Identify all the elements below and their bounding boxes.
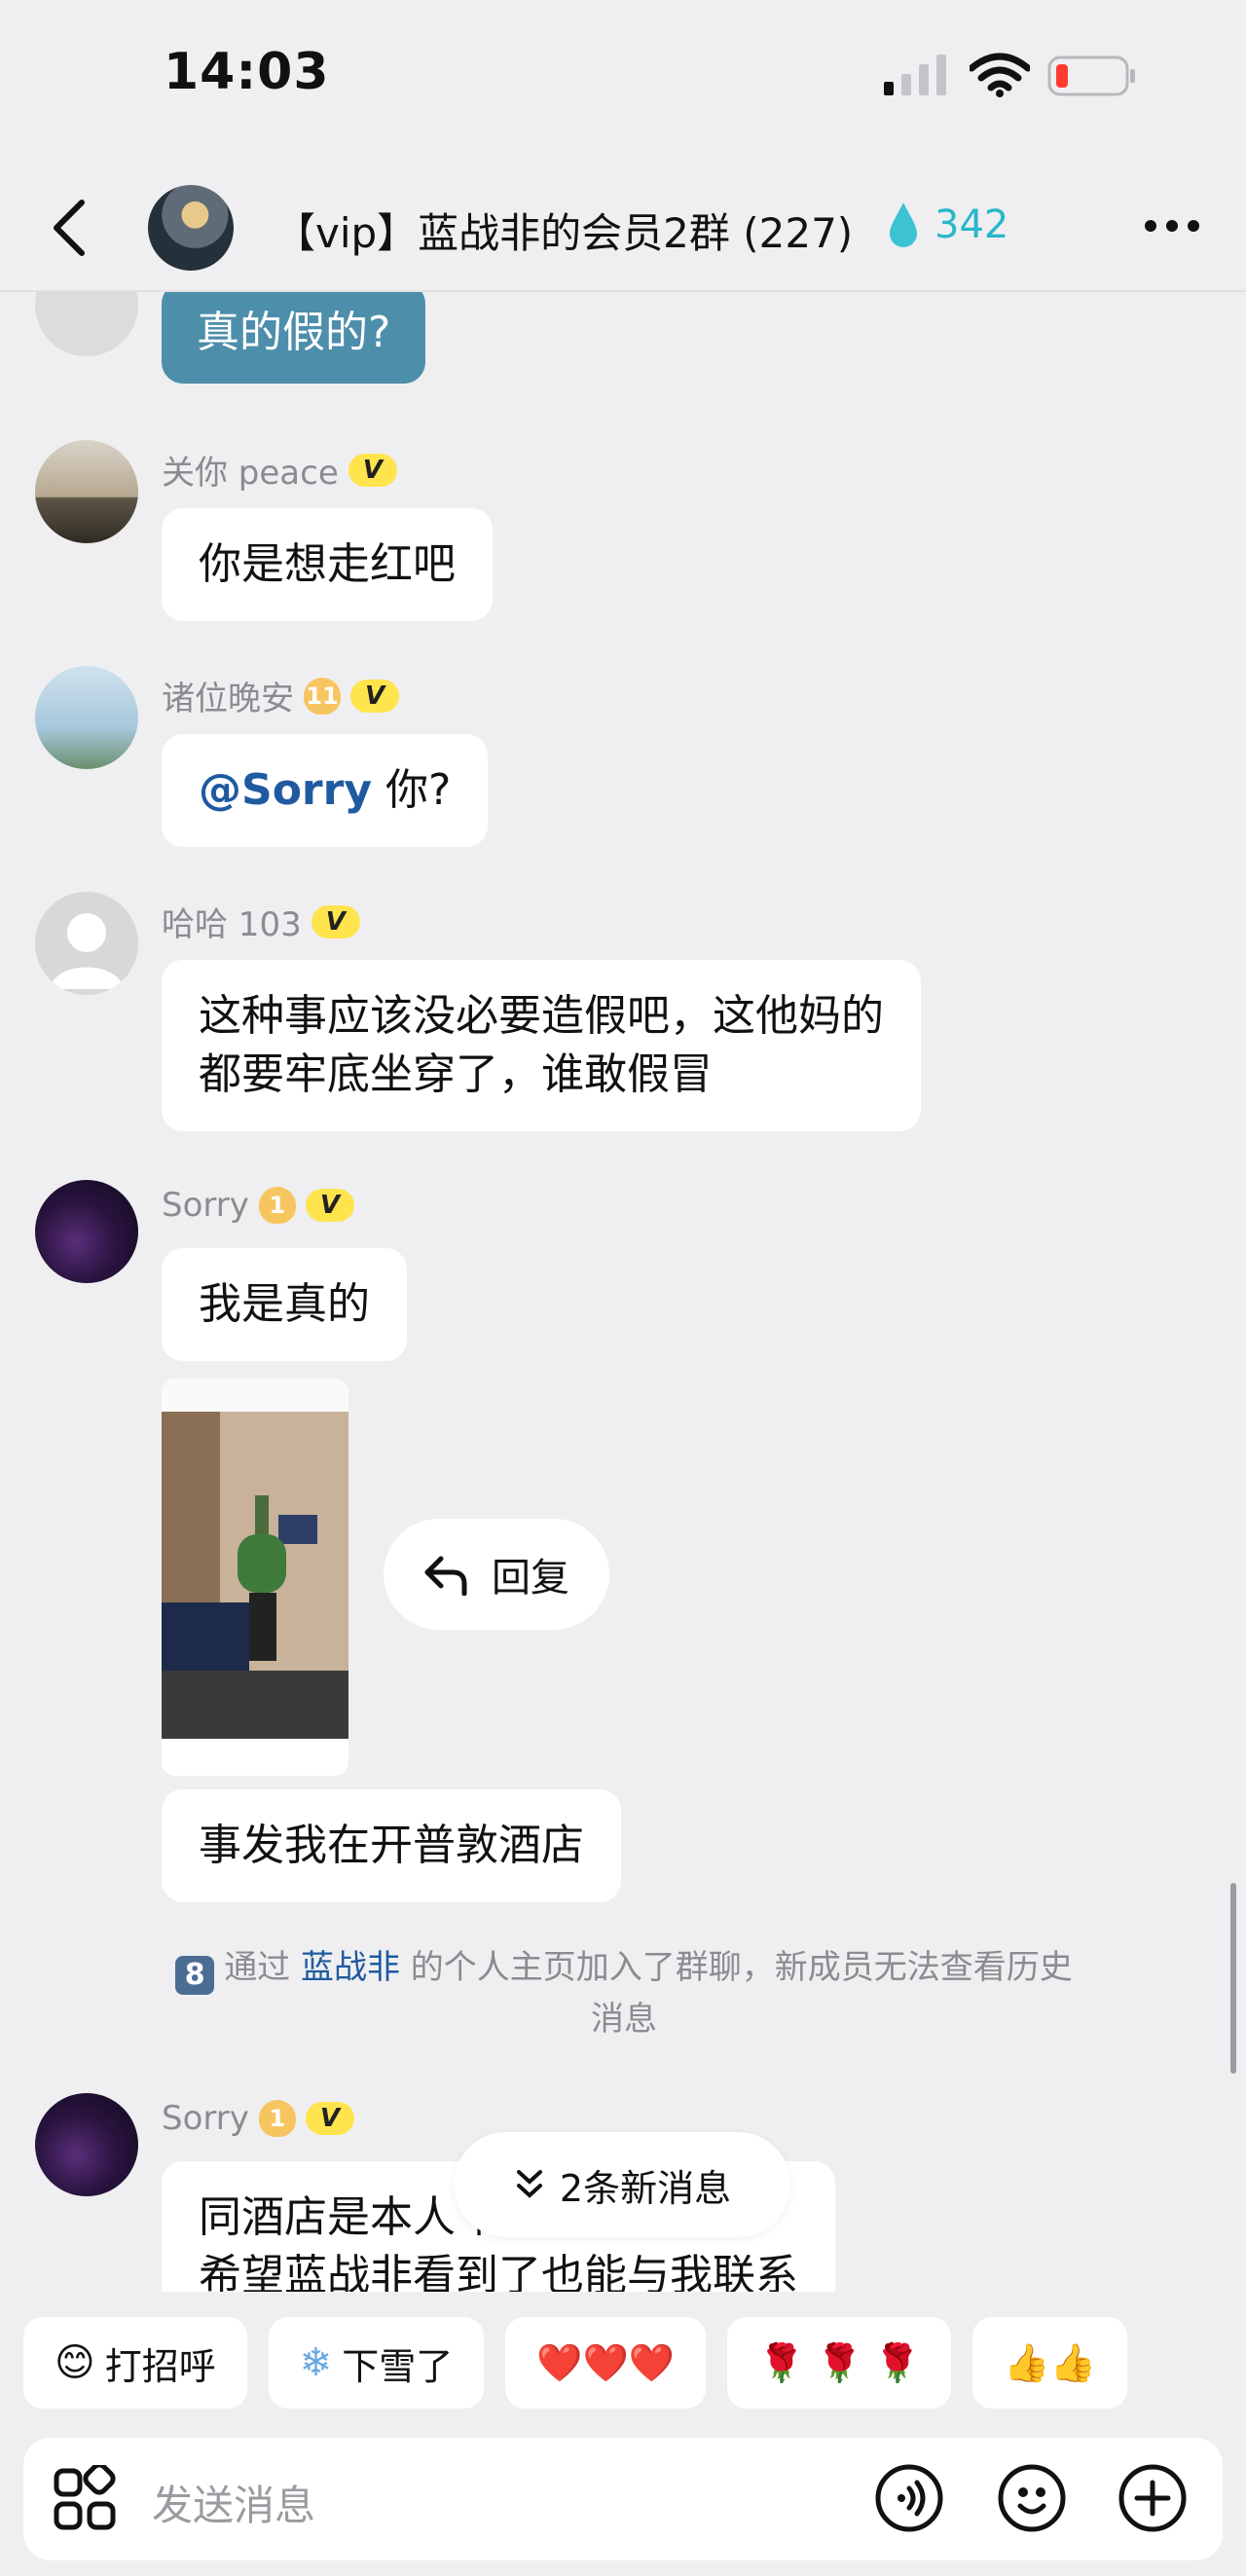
chat-messages[interactable]: 真的假的? 关你 peace V 你是想走红吧 诸位晚安 11 V @Sorry…	[0, 292, 1246, 2292]
quick-reply-greet[interactable]: 😊 打招呼	[23, 2317, 247, 2409]
reply-button[interactable]: 回复	[384, 1519, 609, 1630]
avatar[interactable]	[35, 440, 138, 543]
sender-row: 关你 peace V	[162, 446, 397, 494]
scrollbar[interactable]	[1230, 1883, 1236, 2074]
quick-reply-snow[interactable]: ❄ 下雪了	[268, 2317, 485, 2409]
sender-row: Sorry 1 V	[162, 2099, 354, 2138]
hotel-room-photo	[162, 1379, 348, 1776]
user-link[interactable]: 蓝战非	[301, 1948, 400, 1987]
sender-name: Sorry	[162, 1186, 249, 1225]
message-bubble[interactable]: @Sorry 你?	[162, 734, 489, 847]
image-message[interactable]	[162, 1379, 348, 1776]
message-bubble[interactable]: 我是真的	[162, 1248, 407, 1361]
avatar[interactable]	[35, 666, 138, 769]
reply-arrow-icon	[424, 1556, 467, 1596]
level-badge: 1	[258, 2100, 296, 2137]
roses-emoji-icon: 🌹 🌹 🌹	[758, 2340, 921, 2384]
snowflake-emoji-icon: ❄	[299, 2340, 333, 2385]
message-bubble[interactable]: 你是想走红吧	[162, 508, 493, 621]
message-text-line: 希望蓝战非看到了也能与我联系	[199, 2251, 798, 2292]
plus-icon[interactable]	[1118, 2463, 1188, 2533]
avatar[interactable]	[35, 2093, 138, 2196]
emoji-icon[interactable]	[997, 2463, 1067, 2533]
new-messages-button[interactable]: 2条新消息	[454, 2132, 790, 2237]
avatar[interactable]	[35, 292, 138, 356]
more-options-icon[interactable]	[1143, 216, 1201, 236]
sender-row: 诸位晚安 11 V	[162, 672, 399, 719]
sender-name: 诸位晚安	[162, 680, 294, 718]
apps-grid-icon[interactable]	[53, 2465, 117, 2533]
quick-reply-bar: 😊 打招呼 ❄ 下雪了 ❤️❤️❤️ 🌹 🌹 🌹 👍👍	[23, 2317, 1127, 2409]
wifi-icon	[970, 53, 1030, 97]
message-bubble[interactable]: 这种事应该没必要造假吧，这他妈的 都要牢底坐穿了，谁敢假冒	[162, 960, 921, 1131]
sender-name: Sorry	[162, 2099, 249, 2138]
back-arrow-icon[interactable]	[49, 199, 92, 257]
double-chevron-down-icon	[516, 2170, 542, 2198]
vip-badge: V	[311, 904, 360, 938]
system-notice: 8 通过 蓝战非 的个人主页加入了群聊，新成员无法查看历史 消息	[142, 1943, 1106, 2043]
level-badge: 11	[304, 677, 341, 715]
group-title[interactable]: 【vip】蓝战非的会员2群 (227)	[275, 201, 853, 260]
vip-badge: V	[348, 453, 397, 487]
reply-label: 回复	[492, 1556, 569, 1601]
sender-name: 关你 peace	[162, 454, 339, 493]
vip-badge: V	[350, 679, 399, 713]
status-time: 14:03	[164, 43, 330, 101]
quick-reply-roses[interactable]: 🌹 🌹 🌹	[727, 2317, 952, 2409]
thumbs-up-emoji-icon: 👍👍	[1004, 2340, 1096, 2384]
sender-row: 哈哈 103 V	[162, 898, 360, 945]
quick-reply-hearts[interactable]: ❤️❤️❤️	[505, 2317, 707, 2409]
message-text: 你?	[372, 765, 452, 815]
message-bubble[interactable]: 事发我在开普敦酒店	[162, 1789, 621, 1902]
sender-name: 哈哈 103	[162, 905, 302, 944]
message-text-line: 这种事应该没必要造假吧，这他妈的	[199, 991, 884, 1041]
member-badge: 8	[175, 1956, 215, 1995]
level-badge: 1	[258, 1187, 296, 1224]
signal-icon	[884, 55, 946, 95]
battery-icon	[1047, 55, 1135, 96]
vip-badge: V	[305, 2102, 354, 2135]
quick-reply-thumbs[interactable]: 👍👍	[972, 2317, 1127, 2409]
message-input[interactable]: 发送消息	[152, 2473, 315, 2532]
new-messages-label: 2条新消息	[559, 2166, 732, 2210]
avatar[interactable]	[35, 1180, 138, 1283]
group-heat-count: 342	[934, 202, 1009, 247]
message-bubble[interactable]: 真的假的?	[162, 292, 426, 384]
group-avatar[interactable]	[148, 185, 234, 271]
wave-emoji-icon: 😊	[55, 2340, 95, 2385]
hearts-emoji-icon: ❤️❤️❤️	[536, 2340, 676, 2384]
sender-row: Sorry 1 V	[162, 1186, 354, 1225]
voice-icon[interactable]	[874, 2463, 944, 2533]
default-avatar[interactable]	[35, 892, 138, 995]
mention-link[interactable]: @Sorry	[199, 765, 372, 815]
message-text-line: 都要牢底坐穿了，谁敢假冒	[199, 1049, 713, 1099]
vip-badge: V	[305, 1189, 354, 1222]
heat-drop-icon	[890, 202, 917, 247]
person-placeholder-icon	[50, 913, 124, 989]
